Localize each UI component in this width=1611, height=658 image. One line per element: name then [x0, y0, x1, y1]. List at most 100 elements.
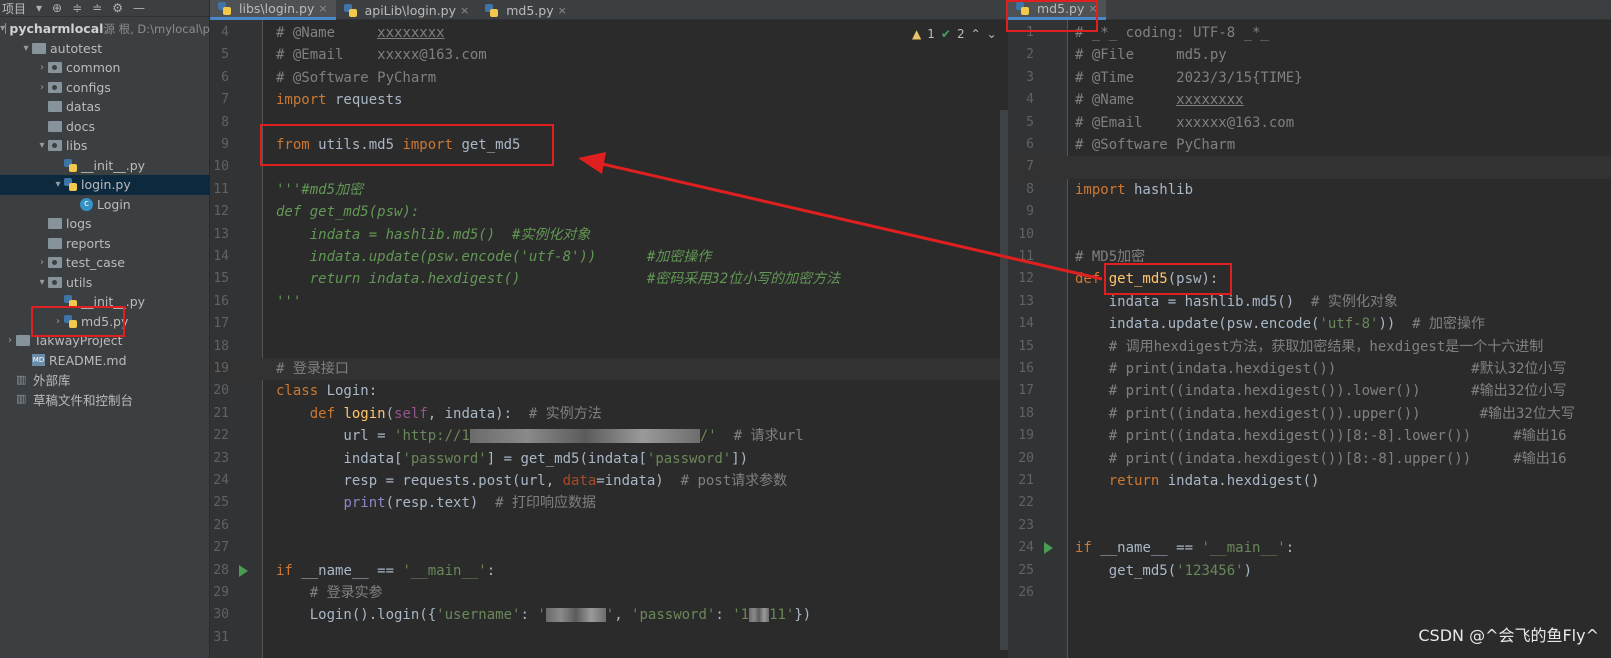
- code-line[interactable]: 24 if __name__ == '__main__':: [1008, 537, 1611, 559]
- code-line[interactable]: 27: [210, 537, 1007, 559]
- expand-arrow-icon[interactable]: ›: [4, 335, 16, 346]
- close-icon[interactable]: ×: [460, 4, 469, 17]
- tree-item[interactable]: ▾ login.py: [0, 175, 210, 195]
- left-scrollbar[interactable]: [1000, 110, 1008, 650]
- tree-item[interactable]: __init__.py: [0, 156, 210, 176]
- tree-item[interactable]: › common: [0, 58, 210, 78]
- code-line[interactable]: 19 # print((indata.hexdigest())[8:-8].lo…: [1008, 425, 1611, 447]
- code-line[interactable]: 9: [1008, 201, 1611, 223]
- tree-item[interactable]: › configs: [0, 78, 210, 98]
- editor-tab[interactable]: apiLib\login.py ×: [336, 0, 478, 20]
- code-line[interactable]: 24 resp = requests.post(url, data=indata…: [210, 470, 1007, 492]
- code-line[interactable]: 10: [1008, 224, 1611, 246]
- tree-item[interactable]: ▾ libs: [0, 136, 210, 156]
- code-line[interactable]: 21 def login(self, indata): # 实例方法: [210, 403, 1007, 425]
- collapse-all-icon[interactable]: ≐: [92, 1, 102, 15]
- tree-item[interactable]: docs: [0, 117, 210, 137]
- chevron-up-icon[interactable]: ⌃: [971, 27, 981, 41]
- tree-item[interactable]: c Login: [0, 195, 210, 215]
- code-text: # print((indata.hexdigest()).upper()) #输…: [1075, 403, 1575, 425]
- dropdown-icon[interactable]: ▾: [36, 1, 42, 15]
- code-token: # @Software PyCharm: [1075, 137, 1236, 153]
- code-line[interactable]: 6 # @Software PyCharm: [210, 67, 1007, 89]
- tree-item[interactable]: › test_case: [0, 253, 210, 273]
- expand-arrow-icon[interactable]: ▾: [36, 277, 48, 288]
- code-line[interactable]: 16 ''': [210, 291, 1007, 313]
- close-icon[interactable]: ×: [558, 4, 567, 17]
- code-line[interactable]: 15 return indata.hexdigest() #密码采用32位小写的…: [210, 268, 1007, 290]
- code-line[interactable]: 28 if __name__ == '__main__':: [210, 560, 1007, 582]
- code-line[interactable]: 25 print(resp.text) # 打印响应数据: [210, 492, 1007, 514]
- code-line[interactable]: 5 # @Email xxxxxx@163.com: [1008, 112, 1611, 134]
- editor-tab[interactable]: libs\login.py ×: [210, 0, 336, 20]
- code-line[interactable]: 13 indata = hashlib.md5() #实例化对象: [210, 224, 1007, 246]
- tree-item[interactable]: ▥ 外部库: [0, 370, 210, 390]
- code-line[interactable]: 7: [1008, 156, 1611, 179]
- code-line[interactable]: 26: [1008, 582, 1611, 604]
- code-line[interactable]: 12 def get_md5(psw):: [210, 201, 1007, 223]
- code-line[interactable]: 14 indata.update(psw.encode('utf-8')) # …: [1008, 313, 1611, 335]
- project-label[interactable]: 项目: [2, 0, 26, 16]
- code-line[interactable]: 25 get_md5('123456'): [1008, 560, 1611, 582]
- code-line[interactable]: 8 import hashlib: [1008, 179, 1611, 201]
- left-code-editor[interactable]: 4 # @Name xxxxxxxx 5 # @Email xxxxx@163.com…: [210, 20, 1007, 658]
- code-line[interactable]: 21 return indata.hexdigest(): [1008, 470, 1611, 492]
- expand-arrow-icon[interactable]: ›: [36, 62, 48, 73]
- code-line[interactable]: 18 # print((indata.hexdigest()).upper())…: [1008, 403, 1611, 425]
- code-line[interactable]: 17: [210, 313, 1007, 335]
- code-line[interactable]: 18: [210, 336, 1007, 358]
- code-line[interactable]: 16 # print(indata.hexdigest()) #默认32位小写: [1008, 358, 1611, 380]
- chevron-down-icon[interactable]: ⌄: [987, 27, 997, 41]
- code-line[interactable]: 19 # 登录接口: [210, 358, 1007, 381]
- expand-arrow-icon[interactable]: ›: [36, 257, 48, 268]
- code-line[interactable]: 20 class Login:: [210, 380, 1007, 402]
- line-number: 7: [1026, 159, 1034, 175]
- tree-item[interactable]: reports: [0, 234, 210, 254]
- code-line[interactable]: 20 # print((indata.hexdigest())[8:-8].up…: [1008, 448, 1611, 470]
- tree-item[interactable]: ▾ autotest: [0, 39, 210, 59]
- inspection-widget[interactable]: ▲ 1 ✔ 2 ⌃ ⌄: [912, 27, 997, 41]
- gear-icon[interactable]: ⚙: [112, 1, 123, 15]
- code-line[interactable]: 5 # @Email xxxxx@163.com: [210, 44, 1007, 66]
- code-line[interactable]: 15 # 调用hexdigest方法，获取加密结果，hexdigest是一个十六…: [1008, 336, 1611, 358]
- code-line[interactable]: 12 def get_md5(psw):: [1008, 268, 1611, 290]
- expand-arrow-icon[interactable]: ▾: [20, 43, 32, 54]
- expand-arrow-icon[interactable]: ▾: [52, 179, 64, 190]
- code-line[interactable]: 23: [1008, 515, 1611, 537]
- tree-item[interactable]: ▥ 草稿文件和控制台: [0, 390, 210, 410]
- right-code-editor[interactable]: 1 # _*_ coding: UTF-8 _*_ 2 # @File md5.py 3…: [1008, 20, 1611, 658]
- code-line[interactable]: 17 # print((indata.hexdigest()).lower())…: [1008, 380, 1611, 402]
- code-line[interactable]: 23 indata['password'] = get_md5(indata['…: [210, 448, 1007, 470]
- target-icon[interactable]: ⊕: [52, 1, 62, 15]
- code-line[interactable]: 22: [1008, 492, 1611, 514]
- editor-tab[interactable]: md5.py ×: [477, 0, 575, 20]
- code-line[interactable]: 2 # @File md5.py: [1008, 44, 1611, 66]
- code-line[interactable]: 4 # @Name xxxxxxxx: [210, 22, 1007, 44]
- tree-item[interactable]: MD README.md: [0, 351, 210, 371]
- tree-item[interactable]: ▾ pycharmlocal 源 根, D:\mylocal\p: [0, 19, 210, 39]
- tree-item[interactable]: logs: [0, 214, 210, 234]
- code-line[interactable]: 30 Login().login({'username': ' ', 'passw…: [210, 604, 1007, 626]
- code-line[interactable]: 7 import requests: [210, 89, 1007, 111]
- code-line[interactable]: 14 indata.update(psw.encode('utf-8')) #加…: [210, 246, 1007, 268]
- code-line[interactable]: 22 url = 'http://1 /' # 请求url: [210, 425, 1007, 447]
- expand-arrow-icon[interactable]: ›: [36, 82, 48, 93]
- expand-all-icon[interactable]: ≑: [72, 1, 82, 15]
- code-line[interactable]: 6 # @Software PyCharm: [1008, 134, 1611, 156]
- code-line[interactable]: 4 # @Name xxxxxxxx: [1008, 89, 1611, 111]
- close-icon[interactable]: ×: [318, 2, 327, 15]
- minimize-icon[interactable]: —: [133, 1, 145, 15]
- code-line[interactable]: 3 # @Time 2023/3/15{TIME}: [1008, 67, 1611, 89]
- code-line[interactable]: 11 '''#md5加密: [210, 179, 1007, 201]
- run-icon[interactable]: [1044, 542, 1053, 555]
- code-line[interactable]: 13 indata = hashlib.md5() # 实例化对象: [1008, 291, 1611, 313]
- code-line[interactable]: 26: [210, 515, 1007, 537]
- code-line[interactable]: 29 # 登录实参: [210, 582, 1007, 604]
- expand-arrow-icon[interactable]: ▾: [36, 140, 48, 151]
- run-icon[interactable]: [239, 564, 248, 577]
- tree-item[interactable]: datas: [0, 97, 210, 117]
- tree-item[interactable]: ▾ utils: [0, 273, 210, 293]
- code-line[interactable]: 31: [210, 627, 1007, 649]
- code-line[interactable]: 11 # MD5加密: [1008, 246, 1611, 268]
- code-line[interactable]: 1 # _*_ coding: UTF-8 _*_: [1008, 22, 1611, 44]
